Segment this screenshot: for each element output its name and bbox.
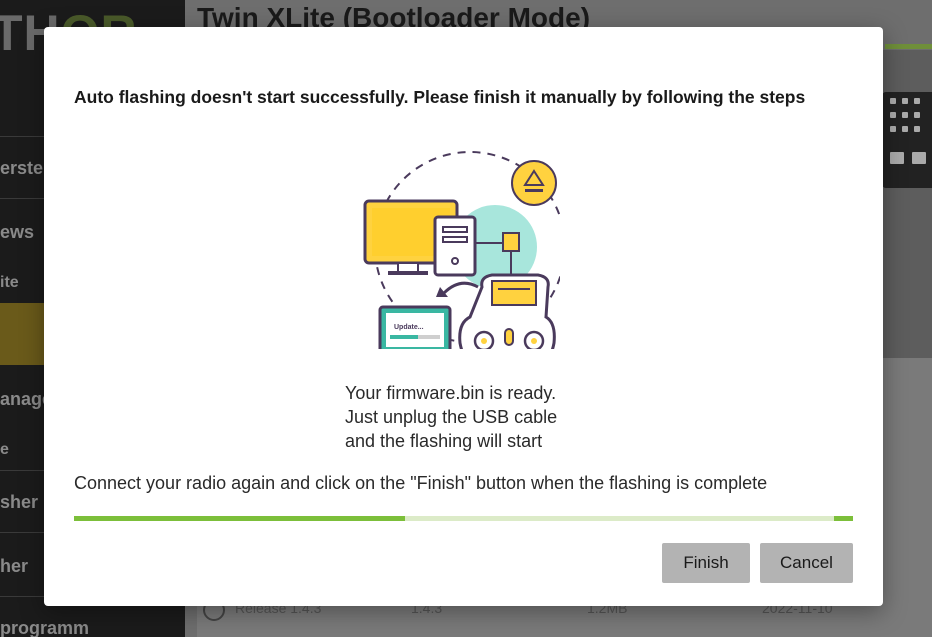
flashing-illustration: Update...: [363, 151, 560, 349]
eject-icon: [511, 160, 557, 206]
computer-tower-icon: [433, 215, 477, 277]
flash-progress-fill: [74, 516, 406, 521]
arrow-icon: [442, 281, 479, 295]
manual-flash-dialog: Auto flashing doesn't start successfully…: [44, 27, 883, 606]
svg-text:Update...: Update...: [394, 324, 424, 331]
flash-progress-bar: [74, 516, 853, 521]
ready-line: and the flashing will start: [345, 431, 543, 451]
ready-line: Just unplug the USB cable: [345, 407, 558, 427]
ready-line: Your firmware.bin is ready.: [345, 383, 557, 403]
finish-instruction: Connect your radio again and click on th…: [74, 473, 768, 493]
update-screen-icon: Update...: [378, 305, 452, 349]
flash-progress-tail: [834, 516, 853, 521]
dialog-heading: Auto flashing doesn't start successfully…: [74, 87, 806, 107]
cancel-button[interactable]: Cancel: [760, 543, 853, 583]
usb-plug: [502, 232, 520, 252]
finish-button[interactable]: Finish: [662, 543, 750, 583]
firmware-ready-text: Your firmware.bin is ready. Just unplug …: [345, 381, 557, 453]
